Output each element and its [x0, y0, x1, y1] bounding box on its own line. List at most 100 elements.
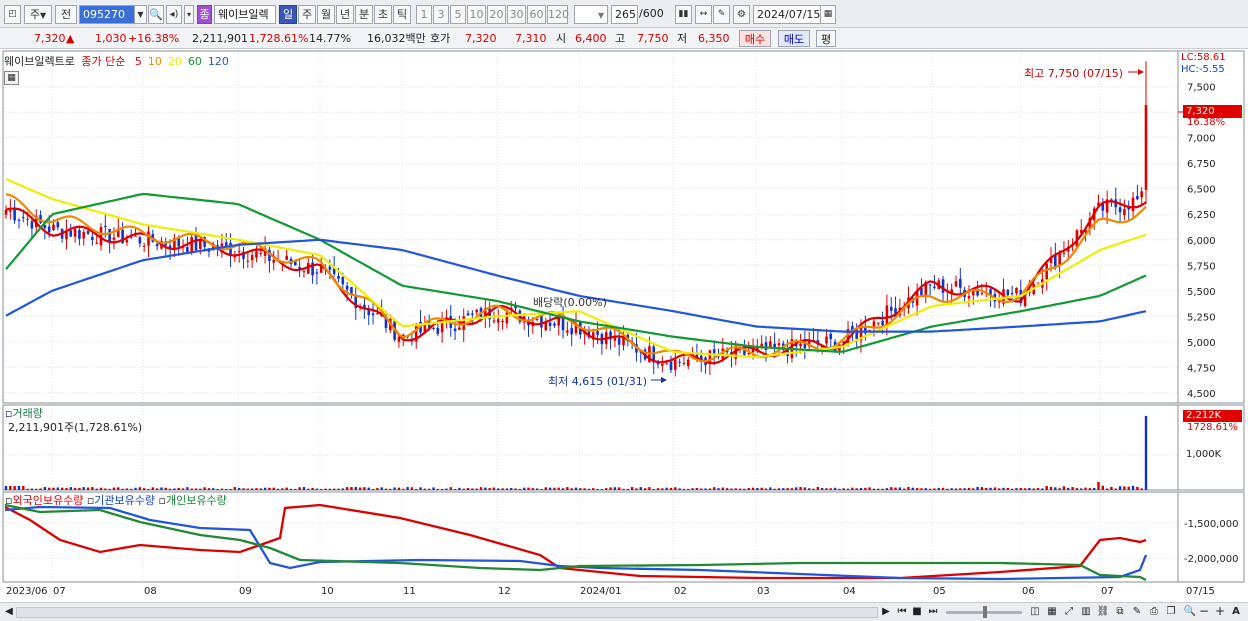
candle-body [777, 343, 781, 346]
volume-bar [73, 487, 77, 490]
speaker-icon[interactable]: ◂) [166, 5, 182, 24]
rewind-icon[interactable]: ⏮ [895, 605, 909, 620]
interval-tab-20[interactable]: 20 [487, 5, 506, 24]
interval-tab-120[interactable]: 120 [547, 5, 569, 24]
volume-bar [544, 487, 547, 490]
candle-body [376, 313, 379, 315]
interval-tab-1[interactable]: 1 [416, 5, 432, 24]
link-icon[interactable]: ⛓ [1096, 605, 1110, 620]
ma-legend-60: 60 [187, 55, 202, 68]
volume-bar [384, 488, 388, 490]
grid-icon[interactable]: ▦ [1045, 605, 1059, 620]
panel-menu-icon[interactable]: ▦ [4, 71, 19, 85]
candle-body [302, 271, 306, 273]
prev-button[interactable]: 전 [55, 5, 77, 24]
interval-tab-30[interactable]: 30 [507, 5, 526, 24]
candle-body [177, 238, 181, 247]
volume-bar [1105, 488, 1109, 490]
stock-chart[interactable]: 7,5007,2507,0006,7506,5006,2506,0005,750… [0, 49, 1248, 602]
holdings-legend: ▫외국인보유수량 ▫기관보유수량 ▫개인보유수량 [5, 492, 227, 508]
period-tab-0[interactable]: 일 [279, 5, 297, 24]
period-tab-2[interactable]: 월 [317, 5, 335, 24]
volume-bar [302, 487, 306, 490]
code-dropdown-icon[interactable]: ▼ [134, 5, 147, 24]
quote-volume: 2,211,901 [192, 32, 248, 45]
stop-icon[interactable]: ■ [911, 605, 923, 620]
print-icon[interactable]: ⎙ [1147, 605, 1161, 620]
date-input[interactable]: 2024/07/15 [753, 5, 821, 24]
volume-bar [134, 487, 137, 490]
zoom-in-icon[interactable]: + [1214, 605, 1226, 620]
volume-bar [1015, 488, 1018, 490]
volume-bar [173, 488, 176, 490]
zoom-out-icon[interactable]: − [1198, 605, 1210, 620]
period-tab-6[interactable]: 틱 [393, 5, 411, 24]
search-icon[interactable]: 🔍 [148, 5, 164, 24]
volume-bar [246, 488, 250, 490]
copy-icon[interactable]: ❐ [1164, 605, 1178, 620]
stock-code-input[interactable]: 095270 [79, 5, 135, 24]
volume-bar [1127, 486, 1130, 490]
volume-bar [756, 487, 759, 490]
speed-slider-handle[interactable] [983, 606, 987, 618]
volume-bar [764, 488, 768, 490]
font-size-icon[interactable]: A [1229, 605, 1243, 620]
volume-bar [782, 488, 785, 490]
chart-type-icon[interactable]: ▮▮ [675, 5, 692, 24]
period-tab-4[interactable]: 분 [355, 5, 373, 24]
dividend-annotation: 배당락(0.00%) [533, 296, 607, 309]
y-tick-12: 4,500 [1187, 389, 1216, 400]
interval-tab-5[interactable]: 5 [450, 5, 466, 24]
expand-icon[interactable]: ⤢ [1062, 605, 1076, 620]
speaker-dropdown-icon[interactable]: ▾ [184, 5, 194, 24]
volume-bar [436, 488, 440, 490]
type-select[interactable]: 주▼ [24, 5, 52, 24]
candle-body [544, 322, 548, 331]
volume-bar [812, 488, 815, 490]
candle-body [337, 275, 340, 279]
volume-bar [1049, 486, 1053, 490]
volume-bar [402, 488, 405, 490]
period-tab-3[interactable]: 년 [336, 5, 354, 24]
volume-bar [1019, 487, 1022, 490]
window-menu-icon[interactable]: ◰ [4, 5, 21, 24]
count-input[interactable]: 265 [611, 5, 638, 24]
legend-bullet-icon: ▫ [158, 494, 166, 507]
draw-icon[interactable]: ✎ [713, 5, 730, 24]
volume-bar [1123, 486, 1126, 490]
scroll-left-icon[interactable]: ◀ [3, 605, 15, 620]
period-tab-1[interactable]: 주 [298, 5, 316, 24]
zoom-icon[interactable]: ↔ [695, 5, 712, 24]
ma-legend-20: 20 [167, 55, 182, 68]
settings-icon[interactable]: ⚙ [733, 5, 750, 24]
interval-tab-10[interactable]: 10 [467, 5, 486, 24]
interval-select[interactable]: ▼ [574, 5, 608, 24]
forward-icon[interactable]: ⏭ [926, 605, 940, 620]
scroll-track[interactable] [16, 607, 878, 618]
period-tab-5[interactable]: 초 [374, 5, 392, 24]
sell-button[interactable]: 매도 [778, 30, 810, 47]
volume-bar [142, 488, 146, 490]
volume-bar [104, 488, 107, 490]
volume-bar [13, 485, 16, 490]
buy-button[interactable]: 매수 [739, 30, 771, 47]
candle-body [9, 210, 12, 212]
volume-bar [1092, 487, 1096, 490]
volume-bar [678, 488, 681, 490]
layout-icon[interactable]: ◫ [1028, 605, 1042, 620]
eval-button[interactable]: 평 [816, 30, 836, 47]
volume-bar [237, 487, 241, 490]
interval-tab-60[interactable]: 60 [527, 5, 546, 24]
interval-tab-3[interactable]: 3 [433, 5, 449, 24]
arrange-icon[interactable]: ⧉ [1113, 605, 1127, 620]
candle-body [436, 327, 440, 334]
volume-bar [790, 488, 794, 490]
tool-icon[interactable]: ✎ [1130, 605, 1144, 620]
zoom-search-icon[interactable]: 🔍 [1183, 605, 1197, 620]
lc-label: LC:58.61 [1181, 52, 1226, 63]
volume-bar [108, 488, 111, 490]
scroll-right-icon[interactable]: ▶ [880, 605, 892, 620]
chart-icon[interactable]: ▥ [1079, 605, 1093, 620]
stock-name-field[interactable]: 웨이브일렉 [214, 5, 276, 24]
calendar-icon[interactable]: ▦ [820, 5, 836, 24]
